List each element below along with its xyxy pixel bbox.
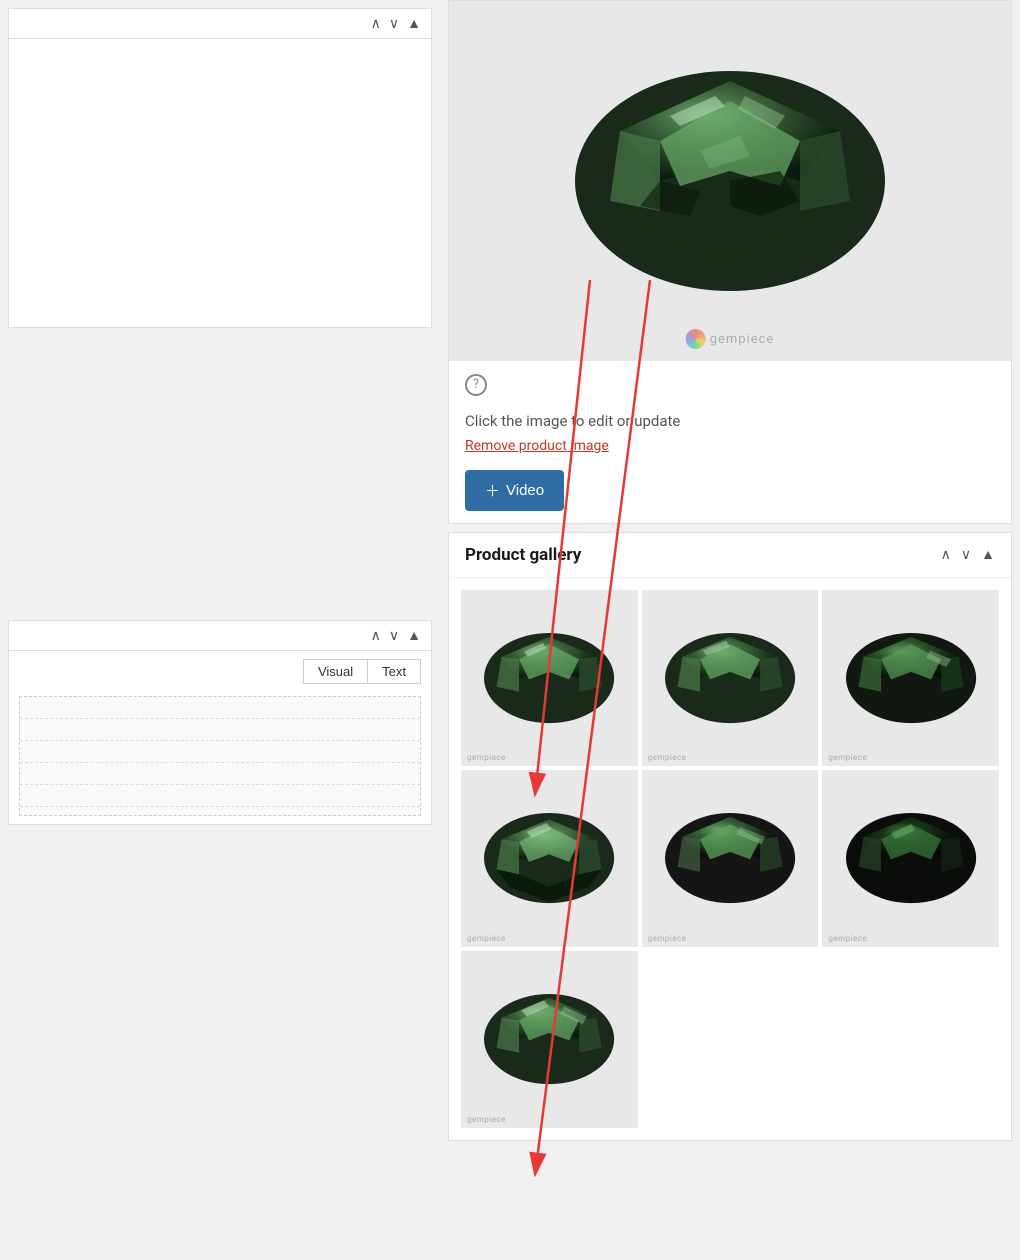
- product-gallery-block: Product gallery ∧ ∨ ▲: [448, 532, 1012, 1141]
- up-icon-2[interactable]: ∧: [371, 628, 381, 644]
- gallery-toolbar: ∧ ∨ ▲: [941, 546, 995, 563]
- gallery-down-icon[interactable]: ∨: [961, 547, 971, 563]
- help-icon[interactable]: ?: [465, 374, 487, 396]
- click-to-edit-text: Click the image to edit or update: [465, 412, 995, 430]
- gemstone-image: [560, 41, 900, 321]
- product-image-footer: ? Click the image to edit or update Remo…: [449, 361, 1011, 523]
- gallery-watermark-3: gempiece: [828, 753, 867, 762]
- left-block-2-toolbar: ∧ ∨ ▲: [9, 621, 431, 651]
- arrow-up-icon-1[interactable]: ▲: [407, 15, 421, 32]
- editor-line-1: [20, 697, 420, 719]
- gallery-header: Product gallery ∧ ∨ ▲: [449, 533, 1011, 578]
- visual-tab[interactable]: Visual: [303, 659, 367, 684]
- gallery-grid: gempiece: [449, 578, 1011, 1140]
- visual-text-tabs: Visual Text: [9, 651, 431, 692]
- gallery-up-icon[interactable]: ∧: [941, 547, 951, 563]
- product-image-container[interactable]: gempiece: [449, 1, 1011, 361]
- left-block-1-toolbar: ∧ ∨ ▲: [9, 9, 431, 39]
- product-image-block: gempiece ? Click the image to edit or up…: [448, 0, 1012, 524]
- gallery-watermark-1: gempiece: [467, 753, 506, 762]
- plus-icon: ＋: [485, 480, 500, 501]
- gallery-watermark-6: gempiece: [828, 934, 867, 943]
- down-icon-2[interactable]: ∨: [389, 628, 399, 644]
- gallery-item-2[interactable]: gempiece: [642, 590, 819, 767]
- left-spacer: [0, 328, 440, 608]
- gallery-item-5[interactable]: gempiece: [642, 770, 819, 947]
- gallery-watermark-5: gempiece: [648, 934, 687, 943]
- gallery-arrow-up-icon[interactable]: ▲: [981, 546, 995, 563]
- gallery-item-7[interactable]: gempiece: [461, 951, 638, 1128]
- gallery-watermark-4: gempiece: [467, 934, 506, 943]
- editor-area[interactable]: [19, 696, 421, 816]
- arrow-up-icon-2[interactable]: ▲: [407, 627, 421, 644]
- gallery-item-4[interactable]: gempiece: [461, 770, 638, 947]
- up-icon-1[interactable]: ∧: [371, 16, 381, 32]
- left-block-1: ∧ ∨ ▲: [8, 8, 432, 328]
- gallery-watermark-7: gempiece: [467, 1115, 506, 1124]
- left-block-1-content: [9, 39, 431, 309]
- editor-line-2: [20, 719, 420, 741]
- right-panel: gempiece ? Click the image to edit or up…: [440, 0, 1020, 1260]
- gallery-item-1[interactable]: gempiece: [461, 590, 638, 767]
- remove-product-image-link[interactable]: Remove product image: [465, 438, 995, 454]
- gempiece-text: gempiece: [710, 332, 775, 347]
- gallery-title: Product gallery: [465, 545, 581, 565]
- down-icon-1[interactable]: ∨: [389, 16, 399, 32]
- editor-line-3: [20, 741, 420, 763]
- text-tab[interactable]: Text: [367, 659, 421, 684]
- add-video-button[interactable]: ＋ Video: [465, 470, 564, 511]
- left-block-2: ∧ ∨ ▲ Visual Text: [8, 620, 432, 825]
- gallery-item-6[interactable]: gempiece: [822, 770, 999, 947]
- gallery-item-3[interactable]: gempiece: [822, 590, 999, 767]
- gempiece-logo-icon: [686, 329, 706, 349]
- editor-line-5: [20, 785, 420, 807]
- gempiece-watermark: gempiece: [686, 329, 775, 349]
- editor-line-4: [20, 763, 420, 785]
- video-label: Video: [506, 482, 544, 499]
- gallery-watermark-2: gempiece: [648, 753, 687, 762]
